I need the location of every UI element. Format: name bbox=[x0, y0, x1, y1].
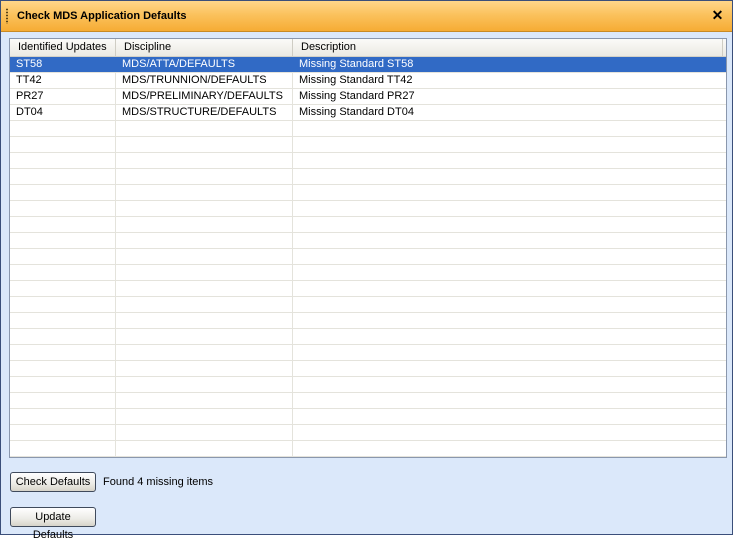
updates-grid[interactable]: Identified Updates Discipline Descriptio… bbox=[9, 38, 727, 458]
table-row[interactable]: DT04 MDS/STRUCTURE/DEFAULTS Missing Standa… bbox=[10, 105, 726, 121]
empty-row[interactable] bbox=[10, 137, 726, 153]
empty-row[interactable] bbox=[10, 313, 726, 329]
cell-discipline: MDS/TRUNNION/DEFAULTS bbox=[122, 74, 267, 86]
empty-row[interactable] bbox=[10, 297, 726, 313]
empty-row[interactable] bbox=[10, 233, 726, 249]
cell-description: Missing Standard ST58 bbox=[299, 58, 414, 70]
close-icon[interactable]: ✕ bbox=[711, 8, 724, 22]
cell-identified-update: DT04 bbox=[16, 106, 43, 118]
empty-row[interactable] bbox=[10, 393, 726, 409]
empty-row[interactable] bbox=[10, 329, 726, 345]
empty-row[interactable] bbox=[10, 345, 726, 361]
column-header-description[interactable]: Description bbox=[293, 39, 723, 56]
cell-discipline: MDS/PRELIMINARY/DEFAULTS bbox=[122, 90, 283, 102]
table-row[interactable]: PR27 MDS/PRELIMINARY/DEFAULTS Missing Stan… bbox=[10, 89, 726, 105]
empty-row[interactable] bbox=[10, 185, 726, 201]
grid-rows: ST58 MDS/ATTA/DEFAULTS Missing Standard ST… bbox=[10, 57, 726, 457]
empty-row[interactable] bbox=[10, 441, 726, 457]
cell-description: Missing Standard PR27 bbox=[299, 90, 415, 102]
empty-row[interactable] bbox=[10, 249, 726, 265]
window-title: Check MDS Application Defaults bbox=[17, 10, 187, 22]
cell-identified-update: PR27 bbox=[16, 90, 44, 102]
cell-description: Missing Standard TT42 bbox=[299, 74, 413, 86]
empty-row[interactable] bbox=[10, 169, 726, 185]
table-row[interactable]: ST58 MDS/ATTA/DEFAULTS Missing Standard ST… bbox=[10, 57, 726, 73]
check-defaults-window: Check MDS Application Defaults ✕ Identif… bbox=[0, 0, 733, 541]
cell-description: Missing Standard DT04 bbox=[299, 106, 414, 118]
status-text: Found 4 missing items bbox=[103, 476, 214, 488]
empty-row[interactable] bbox=[10, 361, 726, 377]
cell-identified-update: ST58 bbox=[16, 58, 43, 70]
empty-row[interactable] bbox=[10, 409, 726, 425]
table-row[interactable]: TT42 MDS/TRUNNION/DEFAULTS Missing Standar… bbox=[10, 73, 726, 89]
cell-identified-update: TT42 bbox=[16, 74, 42, 86]
empty-row[interactable] bbox=[10, 377, 726, 393]
column-header-identified-updates[interactable]: Identified Updates bbox=[10, 39, 116, 56]
drag-grip-icon[interactable] bbox=[6, 8, 8, 24]
empty-row[interactable] bbox=[10, 217, 726, 233]
empty-row[interactable] bbox=[10, 425, 726, 441]
empty-row[interactable] bbox=[10, 121, 726, 137]
title-bar[interactable]: Check MDS Application Defaults ✕ bbox=[1, 1, 732, 32]
update-defaults-button[interactable]: Update Defaults bbox=[10, 507, 96, 541]
empty-row[interactable] bbox=[10, 201, 726, 217]
empty-row[interactable] bbox=[10, 265, 726, 281]
empty-row[interactable] bbox=[10, 281, 726, 297]
check-defaults-button[interactable]: Check Defaults bbox=[10, 472, 96, 492]
cell-discipline: MDS/ATTA/DEFAULTS bbox=[122, 58, 236, 70]
column-header-discipline[interactable]: Discipline bbox=[116, 39, 293, 56]
empty-row[interactable] bbox=[10, 153, 726, 169]
grid-header: Identified Updates Discipline Descriptio… bbox=[10, 39, 726, 57]
cell-discipline: MDS/STRUCTURE/DEFAULTS bbox=[122, 106, 277, 118]
